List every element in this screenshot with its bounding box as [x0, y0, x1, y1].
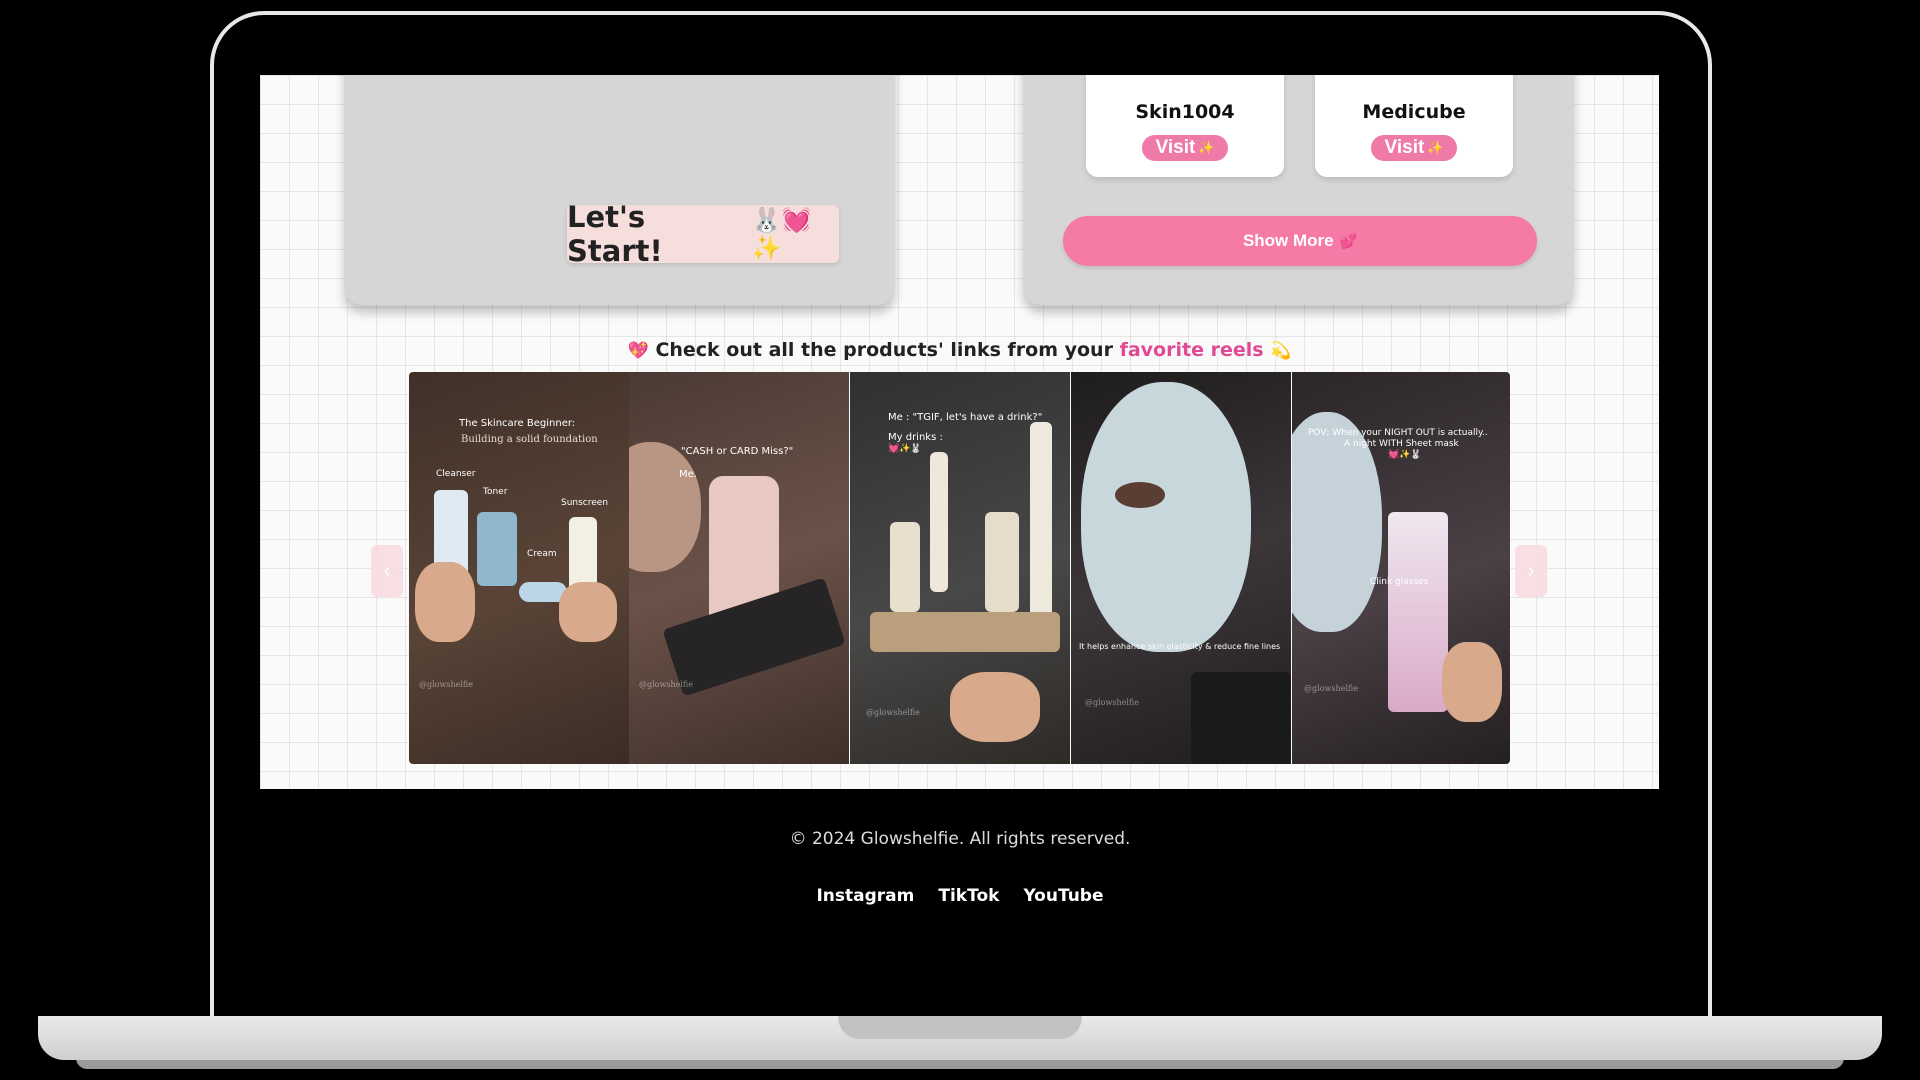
- reel-label: Toner: [483, 487, 508, 497]
- hand: [559, 582, 617, 642]
- reel-watermark: @glowshelfie: [866, 708, 920, 717]
- visit-button-medicube[interactable]: Visit ✨: [1370, 135, 1458, 161]
- reel-card-skincare-beginner[interactable]: The Skincare Beginner: Building a solid …: [409, 372, 629, 764]
- reel-label: Cream: [527, 549, 557, 559]
- product-bottle: [890, 522, 920, 612]
- footer-link-tiktok[interactable]: TikTok: [938, 886, 999, 906]
- eye: [1115, 482, 1165, 508]
- reel-card-cash-or-card[interactable]: "CASH or CARD Miss?" Me. @glowshelfie: [629, 372, 849, 764]
- start-card: Let's Start! 🐰💓✨: [344, 75, 895, 305]
- brand-card-medicube: Medicube Visit ✨: [1315, 75, 1513, 177]
- reel-subtitle: A night WITH Sheet mask: [1344, 439, 1459, 449]
- carousel-next-button[interactable]: ›: [1515, 545, 1547, 597]
- sheet-mask-face: [1081, 382, 1251, 652]
- hand: [950, 672, 1040, 742]
- hearts-icon: 💕: [1339, 232, 1358, 249]
- shirt: [1191, 672, 1291, 764]
- footer-link-instagram[interactable]: Instagram: [816, 886, 914, 906]
- reel-label: Sunscreen: [561, 498, 609, 508]
- hand: [415, 562, 475, 642]
- visit-label: Visit: [1384, 137, 1425, 158]
- face: [629, 442, 701, 572]
- reel-label: Cleanser: [436, 469, 476, 479]
- reel-watermark: @glowshelfie: [1304, 684, 1358, 693]
- product-box: [870, 612, 1060, 652]
- reels-heading-text: Check out all the products' links from y…: [655, 339, 1113, 361]
- reel-emoji: 💓✨🐰: [1388, 450, 1422, 460]
- visit-label: Visit: [1155, 137, 1196, 158]
- reel-watermark: @glowshelfie: [639, 680, 693, 689]
- chevron-right-icon: ›: [1527, 559, 1535, 582]
- reel-card-sheet-mask[interactable]: It helps enhance skin elasticity & reduc…: [1071, 372, 1291, 764]
- lets-start-emoji: 🐰💓✨: [751, 206, 812, 262]
- reel-card-night-out[interactable]: POV; When your NIGHT OUT is actually.. A…: [1292, 372, 1510, 764]
- toner-bottle: [477, 512, 517, 586]
- hand: [1442, 642, 1502, 722]
- reel-title: POV; When your NIGHT OUT is actually..: [1308, 428, 1488, 438]
- sparkle-icon: ✨: [1427, 140, 1444, 155]
- visit-button-skin1004[interactable]: Visit ✨: [1141, 135, 1229, 161]
- reel-label: Me.: [679, 469, 697, 480]
- reel-label: My drinks :: [888, 432, 943, 443]
- reel-label: Clink glasses: [1370, 577, 1429, 587]
- footer-link-youtube[interactable]: YouTube: [1023, 886, 1103, 906]
- reels-heading: 💖 Check out all the products' links from…: [260, 339, 1659, 361]
- reels-heading-highlight: favorite reels: [1119, 339, 1264, 361]
- chevron-left-icon: ‹: [383, 559, 391, 582]
- reel-title: The Skincare Beginner:: [459, 418, 576, 429]
- reel-title: Me : "TGIF, let's have a drink?": [888, 412, 1043, 423]
- footer-copyright: © 2024 Glowshelfie. All rights reserved.: [789, 829, 1131, 849]
- brand-card-skin1004: Skin1004 Visit ✨: [1086, 75, 1284, 177]
- reel-subtitle: Building a solid foundation: [461, 434, 598, 445]
- show-more-button[interactable]: Show More 💕: [1063, 216, 1537, 266]
- product-tube: [1030, 422, 1052, 622]
- show-more-label: Show More: [1242, 231, 1334, 250]
- reel-card-tgif-drinks[interactable]: Me : "TGIF, let's have a drink?" My drin…: [850, 372, 1070, 764]
- brand-name: Medicube: [1362, 101, 1466, 123]
- product-bottle: [985, 512, 1019, 612]
- reel-watermark: @glowshelfie: [419, 680, 473, 689]
- product-tube: [930, 452, 948, 592]
- brand-name: Skin1004: [1135, 101, 1235, 123]
- reel-caption: It helps enhance skin elasticity & reduc…: [1079, 642, 1281, 651]
- footer-links: Instagram TikTok YouTube: [0, 886, 1920, 906]
- laptop-notch: [838, 1016, 1082, 1039]
- lets-start-button[interactable]: Let's Start! 🐰💓✨: [567, 200, 839, 268]
- carousel-prev-button[interactable]: ‹: [371, 545, 403, 597]
- lets-start-label: Let's Start!: [567, 200, 663, 268]
- sparkle-icon: ✨: [1198, 140, 1215, 155]
- reel-watermark: @glowshelfie: [1085, 698, 1139, 707]
- heart-icon: 💖: [627, 341, 649, 361]
- reel-title: "CASH or CARD Miss?": [681, 446, 794, 457]
- website-screen: Let's Start! 🐰💓✨ Skin1004 Visit ✨ Medicu…: [260, 75, 1659, 789]
- toner-bottle: [1388, 512, 1448, 712]
- reel-emoji: 💓✨🐰: [888, 444, 922, 454]
- sparkle-icon: 💫: [1270, 341, 1292, 361]
